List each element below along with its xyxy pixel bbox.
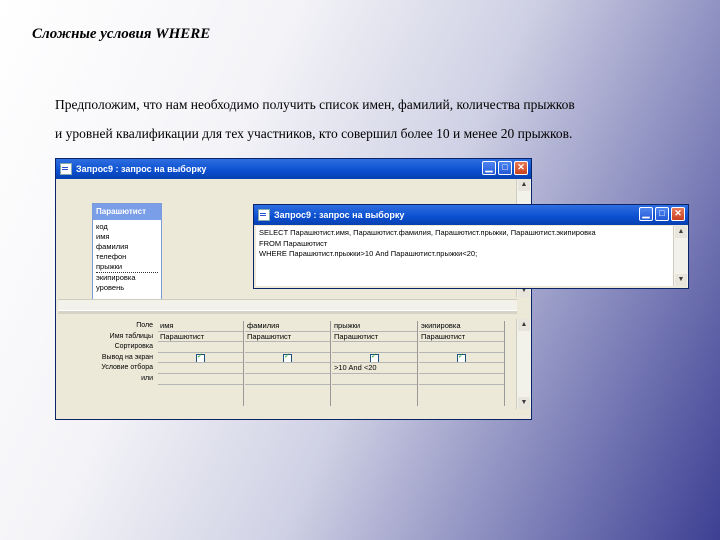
criteria-cell[interactable]: >10 And <20 — [332, 363, 417, 374]
minimize-icon: ▁ — [485, 162, 493, 172]
field-cell[interactable]: фамилия — [245, 321, 330, 332]
sort-cell[interactable] — [245, 342, 330, 353]
maximize-button[interactable]: □ — [498, 161, 512, 175]
field-item[interactable]: прыжки — [96, 262, 158, 273]
sort-cell[interactable] — [332, 342, 417, 353]
criteria-cell[interactable] — [245, 363, 330, 374]
scroll-down-icon[interactable]: ▼ — [518, 397, 530, 409]
close-button[interactable]: ✕ — [671, 207, 685, 221]
or-cell[interactable] — [158, 374, 243, 385]
field-item[interactable]: фамилия — [96, 242, 158, 252]
intro-line-2: и уровней квалификации для тех участнико… — [55, 126, 573, 141]
close-icon: ✕ — [674, 208, 682, 218]
field-cell[interactable]: прыжки — [332, 321, 417, 332]
query-grid[interactable]: имя Парашютист фамилия Парашютист прыжки… — [158, 321, 508, 406]
pane-splitter[interactable] — [58, 310, 517, 314]
sql-vertical-scrollbar[interactable]: ▲ ▼ — [673, 226, 688, 286]
checkbox-checked-icon[interactable] — [457, 353, 466, 363]
or-cell[interactable] — [332, 374, 417, 385]
query-design-window[interactable]: Запрос9 : запрос на выборку ▁ □ ✕ Парашю… — [55, 158, 532, 420]
table-field-list[interactable]: Парашютист код имя фамилия телефон прыжк… — [92, 203, 162, 313]
grid-row-labels: Поле Имя таблицы Сортировка Вывод на экр… — [58, 321, 153, 385]
maximize-icon: □ — [659, 208, 665, 218]
scroll-up-icon[interactable]: ▲ — [518, 179, 530, 191]
row-label: или — [141, 374, 153, 382]
sql-window-title: Запрос9 : запрос на выборку — [274, 210, 405, 220]
scroll-up-icon[interactable]: ▲ — [675, 226, 687, 238]
maximize-icon: □ — [502, 162, 508, 172]
sort-cell[interactable] — [158, 342, 243, 353]
query-window-icon — [60, 163, 72, 175]
field-item[interactable]: телефон — [96, 252, 158, 262]
show-cell[interactable] — [419, 353, 504, 364]
field-item[interactable]: имя — [96, 232, 158, 242]
slide-title: Сложные условия WHERE — [32, 26, 211, 42]
design-window-title: Запрос9 : запрос на выборку — [76, 164, 207, 174]
criteria-cell[interactable] — [419, 363, 504, 374]
row-label: Сортировка — [114, 343, 153, 351]
table-cell[interactable]: Парашютист — [158, 332, 243, 343]
query-grid-pane: Поле Имя таблицы Сортировка Вывод на экр… — [58, 315, 517, 411]
close-icon: ✕ — [517, 162, 525, 172]
minimize-button[interactable]: ▁ — [639, 207, 653, 221]
checkbox-checked-icon[interactable] — [283, 353, 292, 363]
maximize-button[interactable]: □ — [655, 207, 669, 221]
sql-window-titlebar[interactable]: Запрос9 : запрос на выборку ▁ □ ✕ — [254, 205, 688, 225]
minimize-icon: ▁ — [642, 208, 650, 218]
grid-column[interactable]: экипировка Парашютист — [419, 321, 505, 406]
field-item[interactable]: код — [96, 222, 158, 232]
grid-column[interactable]: имя Парашютист — [158, 321, 244, 406]
criteria-cell[interactable] — [158, 363, 243, 374]
intro-line-1: Предположим, что нам необходимо получить… — [55, 97, 575, 112]
table-cell[interactable]: Парашютист — [245, 332, 330, 343]
sql-line: FROM Парашютист — [259, 238, 328, 248]
design-window-titlebar[interactable]: Запрос9 : запрос на выборку ▁ □ ✕ — [56, 159, 531, 179]
scroll-up-icon[interactable]: ▲ — [518, 319, 530, 331]
sql-text-area[interactable]: SELECT Парашютист.имя, Парашютист.фамили… — [256, 226, 674, 286]
scroll-down-icon[interactable]: ▼ — [675, 274, 687, 286]
table-cell[interactable]: Парашютист — [332, 332, 417, 343]
show-cell[interactable] — [158, 353, 243, 364]
row-label: Имя таблицы — [109, 332, 153, 340]
row-label: Поле — [136, 322, 153, 329]
checkbox-checked-icon[interactable] — [196, 353, 205, 363]
close-button[interactable]: ✕ — [514, 161, 528, 175]
grid-vertical-scrollbar[interactable]: ▲ ▼ — [516, 319, 531, 409]
minimize-button[interactable]: ▁ — [482, 161, 496, 175]
grid-column[interactable]: фамилия Парашютист — [245, 321, 331, 406]
row-label: Вывод на экран — [101, 353, 153, 361]
or-cell[interactable] — [419, 374, 504, 385]
field-cell[interactable]: экипировка — [419, 321, 504, 332]
or-cell[interactable] — [245, 374, 330, 385]
field-item[interactable]: экипировка — [96, 273, 158, 283]
show-cell[interactable] — [245, 353, 330, 364]
sql-line: SELECT Парашютист.имя, Парашютист.фамили… — [259, 228, 596, 237]
sort-cell[interactable] — [419, 342, 504, 353]
table-field-list-title: Парашютист — [93, 204, 161, 220]
table-cell[interactable]: Парашютист — [419, 332, 504, 343]
field-cell[interactable]: имя — [158, 321, 243, 332]
row-label: Условие отбора — [101, 364, 153, 372]
query-window-icon — [258, 209, 270, 221]
checkbox-checked-icon[interactable] — [370, 353, 379, 363]
field-item[interactable]: уровень — [96, 283, 158, 293]
show-cell[interactable] — [332, 353, 417, 364]
sql-view-window[interactable]: Запрос9 : запрос на выборку ▁ □ ✕ SELECT… — [253, 204, 689, 289]
sql-line: WHERE Парашютист.прыжки>10 And Парашютис… — [259, 249, 478, 258]
grid-column[interactable]: прыжки Парашютист >10 And <20 — [332, 321, 418, 406]
